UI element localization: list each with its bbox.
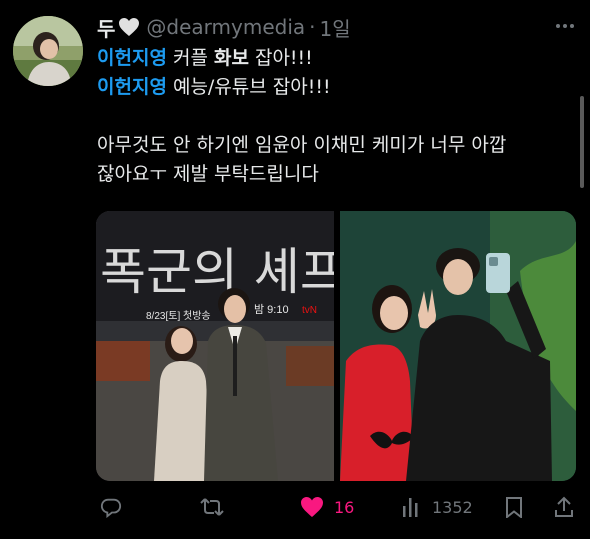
author-handle[interactable]: @dearmymedia — [146, 15, 305, 39]
tweet-line-3: 아무것도 안 하기엔 임윤아 이채민 케미가 너무 아깝 — [97, 134, 507, 156]
like-button[interactable]: 16 — [300, 492, 354, 522]
hashtag-name: 이헌지영 — [97, 47, 167, 69]
text-fragment: 예능/유튜브 잡아!!! — [166, 76, 331, 98]
tweet-line-1: 이헌지영 커플 화보 잡아!!! — [97, 44, 567, 73]
analytics-icon — [402, 496, 422, 518]
bold-fragment: 화보 — [213, 47, 249, 69]
poster-title: 폭군의 셰프 — [100, 243, 334, 301]
timestamp[interactable]: 1일 — [320, 13, 351, 42]
retweet-button[interactable] — [200, 492, 224, 522]
more-options-icon[interactable] — [551, 14, 579, 38]
author-avatar[interactable] — [13, 16, 83, 86]
text-fragment: 잡아!!! — [248, 47, 313, 69]
tweet-line-4: 잖아요ㅜ 제발 부탁드립니다 — [97, 163, 319, 185]
tweet-text: 이헌지영 커플 화보 잡아!!! 이헌지영 예능/유튜브 잡아!!! 아무것도 … — [97, 44, 567, 189]
photo-selfie[interactable] — [340, 211, 576, 481]
reply-button[interactable] — [100, 492, 122, 522]
poster-time: 밤 9:10 — [254, 303, 289, 316]
bookmark-icon — [504, 496, 524, 518]
white-heart-icon — [118, 17, 140, 37]
tweet-line-2: 이헌지영 예능/유튜브 잡아!!! — [97, 73, 567, 102]
heart-icon — [300, 496, 324, 518]
retweet-icon — [200, 496, 224, 518]
like-count: 16 — [334, 497, 355, 517]
tweet-header: 두 @dearmymedia · 1일 — [97, 12, 557, 42]
tweet-actions: 16 1352 — [96, 492, 576, 522]
share-button[interactable] — [554, 492, 574, 522]
hashtag-name: 이헌지영 — [97, 76, 167, 98]
share-icon — [554, 496, 574, 518]
photo-press-event[interactable]: 폭군의 셰프 8/23[토] 첫방송 밤 9:10 tvN — [96, 211, 346, 481]
reply-icon — [100, 496, 122, 518]
scrollbar[interactable] — [580, 96, 584, 188]
poster-channel: tvN — [302, 305, 317, 316]
author-name[interactable]: 두 — [97, 13, 115, 42]
bookmark-button[interactable] — [504, 492, 524, 522]
separator-dot: · — [309, 15, 316, 39]
poster-date: 8/23[토] 첫방송 — [146, 310, 211, 322]
view-count: 1352 — [432, 497, 473, 517]
media-grid: 폭군의 셰프 8/23[토] 첫방송 밤 9:10 tvN — [96, 211, 576, 481]
views-button[interactable]: 1352 — [402, 492, 473, 522]
text-fragment: 커플 — [166, 47, 214, 69]
